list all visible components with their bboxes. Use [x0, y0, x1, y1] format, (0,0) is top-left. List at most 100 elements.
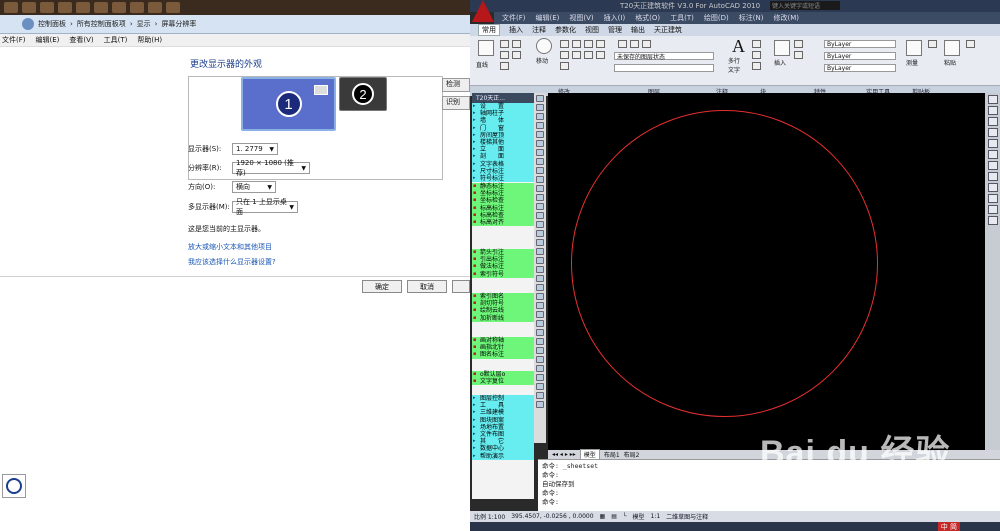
- hatch-tool-icon[interactable]: [512, 51, 521, 59]
- quick-select-icon[interactable]: [928, 40, 937, 48]
- edit-block-icon[interactable]: [794, 51, 803, 59]
- tool-palette-item[interactable]: 图块图案: [472, 417, 534, 424]
- tool-shortcut-icon[interactable]: [536, 104, 544, 111]
- tool-palette-item[interactable]: 数据中心: [472, 445, 534, 452]
- insert-block-icon[interactable]: [774, 40, 790, 56]
- tool-palette-item[interactable]: 文字复位: [472, 378, 534, 385]
- breadcrumb-item[interactable]: 显示: [137, 19, 151, 29]
- taskbar-icon[interactable]: [112, 2, 126, 13]
- tool-shortcut-icon[interactable]: [536, 338, 544, 345]
- acad-menu-modify[interactable]: 修改(M): [773, 13, 799, 23]
- tool-palette-item[interactable]: 绘制云线: [472, 307, 534, 314]
- tool-palette-item[interactable]: 标高检查: [472, 212, 534, 219]
- measure-tool-icon[interactable]: [906, 40, 922, 56]
- tool-palette-item[interactable]: 剖 面: [472, 153, 534, 160]
- help-icon[interactable]: [2, 474, 26, 498]
- tool-shortcut-icon[interactable]: [536, 131, 544, 138]
- menu-help[interactable]: 帮助(H): [137, 35, 162, 45]
- layer-state-select[interactable]: 未保存的图层状态: [614, 52, 714, 61]
- tool-shortcut-icon[interactable]: [536, 140, 544, 147]
- acad-menu-file[interactable]: 文件(F): [502, 13, 526, 23]
- tool-palette-item[interactable]: 门 窗: [472, 125, 534, 132]
- tool-palette-item[interactable]: 图层控制: [472, 395, 534, 402]
- acad-menu-view[interactable]: 视图(V): [569, 13, 593, 23]
- taskbar-icon[interactable]: [166, 2, 180, 13]
- tool-palette-item[interactable]: 房间屋顶: [472, 132, 534, 139]
- tab-annotate[interactable]: 注释: [532, 25, 546, 35]
- tool-shortcut-icon[interactable]: [536, 356, 544, 363]
- text-tool-icon[interactable]: A: [732, 36, 745, 57]
- tool-palette-item[interactable]: 符号标注: [472, 175, 534, 182]
- tool-shortcut-icon[interactable]: [536, 392, 544, 399]
- menu-tools[interactable]: 工具(T): [104, 35, 128, 45]
- rotate-tool-icon[interactable]: [560, 40, 569, 48]
- ok-button[interactable]: 确定: [362, 280, 402, 293]
- scale-readout[interactable]: 比例 1:100: [474, 512, 505, 521]
- view-tool-icon[interactable]: [987, 194, 998, 203]
- orientation-select[interactable]: 横向 ▼: [232, 181, 276, 193]
- drawing-canvas[interactable]: [548, 93, 985, 450]
- tool-shortcut-icon[interactable]: [536, 113, 544, 120]
- move-tool-icon[interactable]: [536, 38, 552, 54]
- help-search-input[interactable]: 键入关键字或短语: [770, 1, 840, 10]
- tool-shortcut-icon[interactable]: [536, 95, 544, 102]
- taskbar-icon[interactable]: [4, 2, 18, 13]
- tool-palette-item[interactable]: 墙 体: [472, 117, 534, 124]
- tool-shortcut-icon[interactable]: [536, 239, 544, 246]
- identify-button[interactable]: 识别: [442, 96, 470, 110]
- layout-nav-icon[interactable]: ◂◂ ◂ ▸ ▸▸: [552, 451, 576, 458]
- tool-shortcut-icon[interactable]: [536, 185, 544, 192]
- tool-shortcut-icon[interactable]: [536, 176, 544, 183]
- tool-shortcut-icon[interactable]: [536, 212, 544, 219]
- address-bar[interactable]: 控制面板 › 所有控制面板项 › 显示 › 屏幕分辨率: [0, 15, 470, 34]
- copy-tool-icon[interactable]: [560, 51, 569, 59]
- input-method-indicator[interactable]: 中 简: [937, 522, 960, 531]
- display-select[interactable]: 1. 2779 ▼: [232, 143, 278, 155]
- tab-parametric[interactable]: 参数化: [555, 25, 576, 35]
- annotation-scale-select[interactable]: 1:1: [651, 513, 661, 520]
- tool-shortcut-icon[interactable]: [536, 194, 544, 201]
- acad-menu-draw[interactable]: 绘图(D): [704, 13, 729, 23]
- tool-shortcut-icon[interactable]: [536, 257, 544, 264]
- tool-shortcut-icon[interactable]: [536, 221, 544, 228]
- multi-display-select[interactable]: 只在 1 上显示桌面 ▼: [232, 198, 298, 216]
- model-space-button[interactable]: 模型: [633, 512, 645, 521]
- erase-tool-icon[interactable]: [584, 40, 593, 48]
- tool-shortcut-icon[interactable]: [536, 266, 544, 273]
- tool-shortcut-icon[interactable]: [536, 122, 544, 129]
- tool-shortcut-icon[interactable]: [536, 365, 544, 372]
- tool-shortcut-icon[interactable]: [536, 275, 544, 282]
- apply-button[interactable]: [452, 280, 470, 293]
- view-tool-icon[interactable]: [987, 139, 998, 148]
- tool-palette-item[interactable]: 索引符号: [472, 271, 534, 278]
- layer-freeze-icon[interactable]: [642, 40, 651, 48]
- view-tool-icon[interactable]: [987, 172, 998, 181]
- tool-shortcut-icon[interactable]: [536, 311, 544, 318]
- paste-tool-icon[interactable]: [944, 40, 960, 56]
- view-tool-icon[interactable]: [987, 161, 998, 170]
- tab-layout1[interactable]: 布局1: [604, 450, 620, 459]
- explode-tool-icon[interactable]: [584, 51, 593, 59]
- ortho-icon[interactable]: └: [623, 513, 627, 520]
- view-tool-icon[interactable]: [987, 216, 998, 225]
- taskbar-icon[interactable]: [148, 2, 162, 13]
- display-settings-help-link[interactable]: 我应该选择什么显示器设置?: [188, 257, 276, 267]
- cancel-button[interactable]: 取消: [407, 280, 447, 293]
- resolution-select[interactable]: 1920 × 1080 (推荐) ▼: [232, 159, 310, 177]
- acad-menu-tools[interactable]: 工具(T): [670, 13, 694, 23]
- tool-shortcut-icon[interactable]: [536, 347, 544, 354]
- breadcrumb-item[interactable]: 屏幕分辨率: [161, 19, 196, 29]
- arc-tool-icon[interactable]: [500, 62, 509, 70]
- workspace-select[interactable]: 二维草图与注释: [666, 512, 708, 521]
- back-arrow-icon[interactable]: [22, 18, 34, 30]
- tool-palette-item[interactable]: 做法标注: [472, 263, 534, 270]
- taskbar-icon[interactable]: [58, 2, 72, 13]
- tool-palette-item[interactable]: 文字表格: [472, 161, 534, 168]
- taskbar-icon[interactable]: [76, 2, 90, 13]
- copy-clip-icon[interactable]: [966, 40, 975, 48]
- acad-menu-edit[interactable]: 编辑(E): [536, 13, 560, 23]
- tool-shortcut-icon[interactable]: [536, 203, 544, 210]
- grid-icon[interactable]: ▤: [611, 513, 617, 520]
- color-bylayer-select[interactable]: ByLayer: [824, 40, 896, 48]
- table-tool-icon[interactable]: [752, 62, 761, 70]
